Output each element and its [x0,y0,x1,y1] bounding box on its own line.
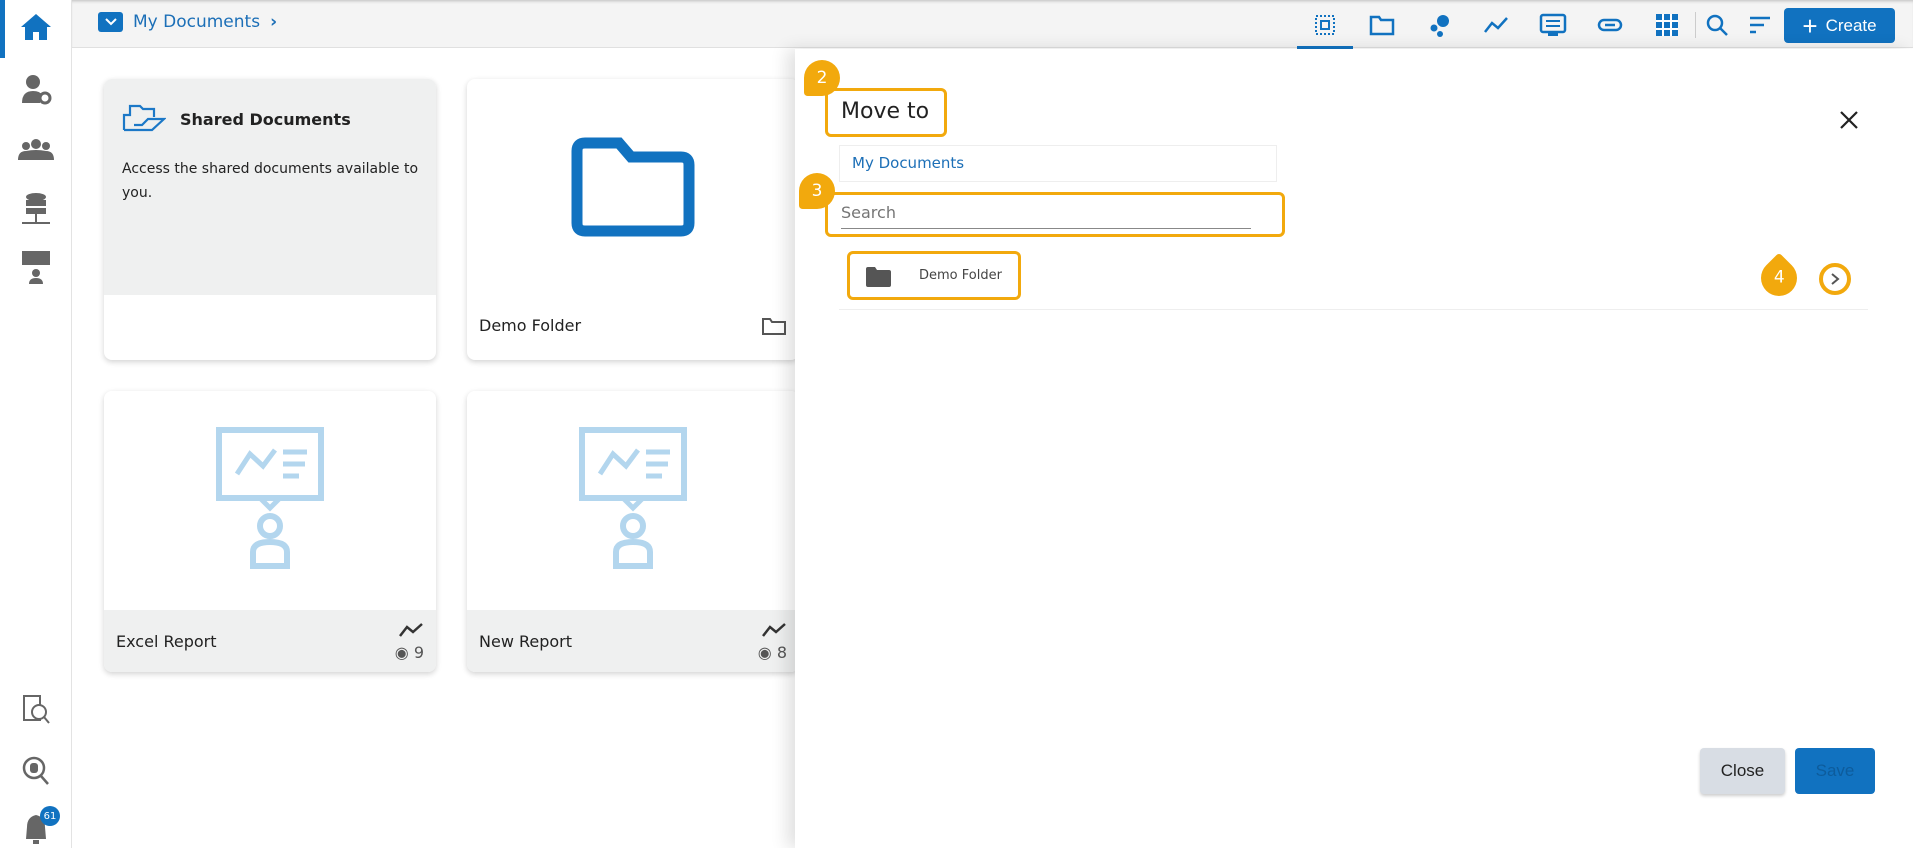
card-title: Demo Folder [479,316,582,335]
report-placeholder-icon [579,426,687,569]
shared-documents-card[interactable]: Shared Documents Access the shared docum… [104,79,436,360]
card-description: Access the shared documents available to… [122,161,419,201]
report-placeholder-icon [216,426,324,569]
report-card[interactable]: New Report ◉ 8 [467,391,799,672]
user-settings-icon[interactable] [16,69,56,109]
card-title: New Report [479,631,573,651]
chevron-right-icon [1831,273,1840,285]
data-center-icon[interactable] [16,190,56,230]
view-count: 8 [776,642,787,662]
folder-name: Demo Folder [919,268,1002,283]
active-indicator [0,0,5,58]
groups-icon[interactable] [16,130,56,170]
close-x-icon[interactable] [1838,109,1860,135]
path-breadcrumb[interactable]: My Documents [839,145,1277,182]
grid-icon[interactable] [1652,10,1682,40]
data-catalog-icon[interactable] [16,690,56,730]
search-input[interactable] [841,197,1251,229]
folder-icon[interactable] [1367,10,1397,40]
folder-small-icon [761,316,787,342]
create-button[interactable]: + Create [1784,8,1895,43]
link-icon[interactable] [1595,10,1625,40]
create-label: Create [1825,15,1877,35]
save-button[interactable]: Save [1795,748,1875,794]
chevron-right-icon: › [270,12,278,32]
search-icon[interactable] [1702,10,1732,40]
line-chart-icon[interactable] [1481,10,1511,40]
folder-icon [866,267,891,287]
breadcrumb[interactable]: My Documents › [98,12,277,32]
folder-list-item[interactable]: Demo Folder [839,251,1868,310]
home-icon[interactable] [16,7,56,47]
callout-pin: 2 [804,60,840,96]
close-button[interactable]: Close [1700,748,1785,794]
notification-badge: 61 [40,806,60,826]
toolbar-divider [1695,12,1696,38]
path-my-documents[interactable]: My Documents [852,154,964,172]
callout-number: 4 [1773,268,1785,289]
select-all-icon[interactable] [1310,10,1340,40]
folder-card[interactable]: Demo Folder [467,79,799,360]
eye-icon: ◉ [757,642,772,662]
data-science-icon[interactable] [16,248,56,288]
breadcrumb-my-documents[interactable]: My Documents [133,12,260,32]
sidebar: 61 [0,0,72,848]
shared-folder-icon [122,104,166,132]
folder-large-icon [571,137,695,237]
open-folder-chevron-button[interactable] [1819,263,1851,295]
report-card[interactable]: Excel Report ◉ 9 [104,391,436,672]
callout-pin: 3 [799,173,835,209]
topbar: My Documents › + Create [72,0,1913,48]
line-chart-icon [762,622,786,637]
data-search-icon[interactable] [16,751,56,791]
presentation-icon[interactable] [1538,10,1568,40]
eye-icon: ◉ [394,642,409,662]
sort-icon[interactable] [1745,10,1775,40]
notifications-bell-icon[interactable]: 61 [16,806,60,848]
line-chart-icon [399,622,423,637]
card-title: Shared Documents [180,109,351,129]
plus-icon: + [1802,10,1818,41]
card-title: Excel Report [116,631,217,651]
folder-dropdown-icon[interactable] [98,12,123,32]
bubbles-icon[interactable] [1425,10,1455,40]
move-to-dialog: 2 Move to My Documents 3 Demo Folder 4 C… [795,49,1913,848]
dialog-title: Move to [841,99,930,124]
view-count: 9 [413,642,424,662]
